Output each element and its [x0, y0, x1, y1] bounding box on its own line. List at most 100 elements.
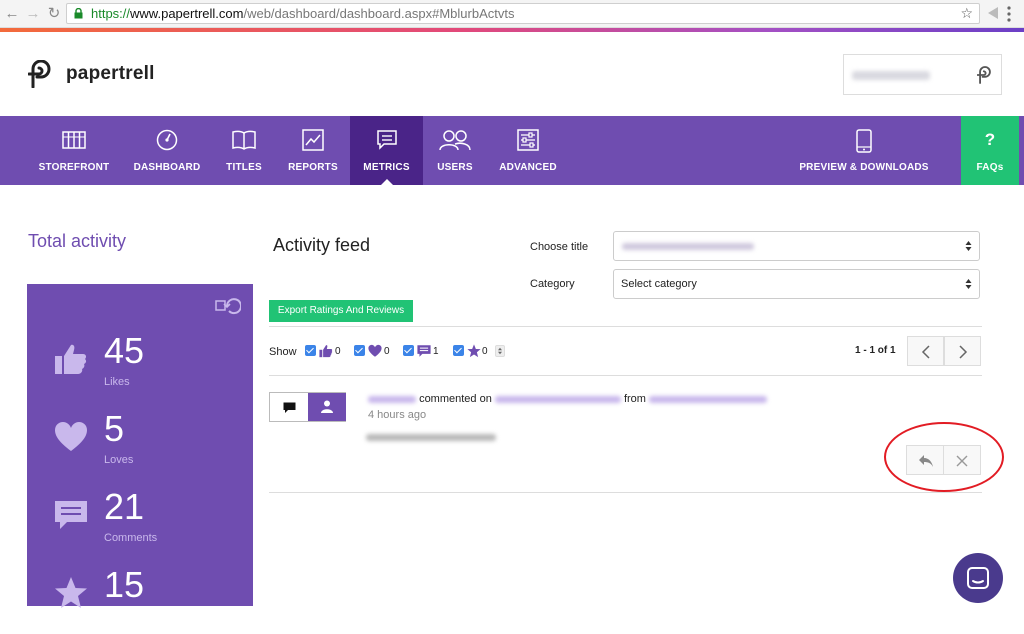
comment-type-tab[interactable] — [270, 393, 308, 421]
nav-storefront[interactable]: STOREFRONT — [36, 116, 112, 185]
divider — [269, 375, 982, 376]
reload-icon[interactable]: ↻ — [45, 5, 63, 23]
nav-faqs[interactable]: ? FAQs — [961, 116, 1019, 185]
chevron-left-icon — [921, 345, 930, 359]
account-menu[interactable] — [843, 54, 1002, 95]
extension-icon[interactable] — [986, 6, 1002, 20]
filter-count: 0 — [335, 346, 341, 357]
user-type-tab[interactable] — [308, 393, 346, 421]
chat-icon — [967, 567, 989, 589]
chat-launcher-button[interactable] — [953, 553, 1003, 603]
comment-icon — [55, 501, 87, 529]
papertrell-logo-icon — [977, 66, 991, 84]
heart-icon — [55, 422, 87, 451]
nav-advanced[interactable]: ADVANCED — [496, 116, 560, 185]
choose-title-select[interactable] — [613, 231, 980, 261]
selected-title-redacted — [622, 243, 754, 250]
dashboard-gauge-icon — [156, 129, 178, 151]
title-name-redacted[interactable] — [494, 395, 621, 403]
category-select[interactable]: Select category — [613, 269, 980, 299]
user-icon — [321, 400, 333, 413]
stat-label: Loves — [104, 454, 134, 466]
main-nav: STOREFRONT DASHBOARD TITLES REPORTS METR… — [0, 116, 1024, 185]
comment-icon — [376, 130, 397, 150]
choose-title-label: Choose title — [530, 241, 589, 253]
stat-value: 45 — [104, 330, 145, 371]
chart-icon — [302, 129, 324, 151]
lock-icon — [74, 8, 83, 19]
sort-toggle-icon[interactable] — [495, 345, 505, 357]
papertrell-logo-icon[interactable] — [28, 60, 54, 88]
stat-label: Comments — [104, 532, 158, 544]
nav-dashboard[interactable]: DASHBOARD — [132, 116, 202, 185]
activity-timestamp: 4 hours ago — [368, 409, 427, 421]
url-text: https://www.papertrell.com/web/dashboard… — [91, 6, 515, 21]
stat-value: 15 — [104, 564, 145, 605]
commented-on-text: commented on — [419, 393, 492, 405]
bookmark-star-icon[interactable]: ☆ — [960, 4, 973, 23]
logo-text[interactable]: papertrell — [66, 63, 155, 85]
address-bar[interactable]: https://www.papertrell.com/web/dashboard… — [66, 3, 980, 24]
nav-label: STOREFRONT — [38, 162, 110, 173]
filter-count: 0 — [482, 346, 488, 357]
stat-likes: 45 Likes — [27, 330, 253, 400]
show-label: Show — [269, 346, 297, 358]
checkbox[interactable] — [305, 345, 316, 356]
heart-icon — [368, 344, 382, 357]
stat-comments: 21 Comments — [27, 486, 253, 556]
nav-reports[interactable]: REPORTS — [286, 116, 340, 185]
nav-label: FAQs — [976, 162, 1004, 173]
stats-panel: 45 Likes 5 Loves 21 Comments 15 — [27, 284, 253, 608]
stat-value: 21 — [104, 486, 145, 527]
nav-metrics[interactable]: METRICS — [350, 116, 423, 185]
thumbs-up-icon — [319, 345, 333, 358]
comment-icon — [417, 345, 431, 357]
select-caret-icon — [965, 241, 972, 251]
question-icon: ? — [984, 130, 996, 149]
site-header: papertrell — [0, 32, 1024, 116]
pagination-text: 1 - 1 of 1 — [855, 345, 896, 356]
nav-users[interactable]: USERS — [432, 116, 478, 185]
filter-count: 0 — [384, 346, 390, 357]
stat-loves: 5 Loves — [27, 408, 253, 478]
sliders-icon — [517, 129, 539, 151]
forward-icon[interactable]: → — [24, 5, 42, 23]
book-icon — [232, 130, 256, 150]
user-name-redacted[interactable] — [368, 395, 416, 403]
activity-item-text: commented on from — [368, 393, 768, 405]
annotation-circle — [884, 422, 1004, 492]
stat-value: 5 — [104, 408, 125, 449]
nav-label: DASHBOARD — [133, 162, 201, 173]
activity-type-badge — [269, 392, 346, 422]
activity-feed-title: Activity feed — [273, 235, 371, 255]
refresh-icon[interactable] — [215, 296, 241, 316]
source-name-redacted[interactable] — [649, 395, 768, 403]
nav-label: ADVANCED — [499, 162, 557, 173]
storefront-icon — [62, 131, 86, 149]
nav-label: USERS — [437, 162, 473, 173]
nav-preview-downloads[interactable]: PREVIEW & DOWNLOADS — [790, 116, 938, 185]
nav-titles[interactable]: TITLES — [222, 116, 266, 185]
phone-icon — [856, 129, 872, 153]
prev-page-button[interactable] — [907, 336, 944, 366]
star-icon — [467, 344, 481, 358]
chevron-right-icon — [959, 345, 968, 359]
checkbox[interactable] — [453, 345, 464, 356]
checkbox[interactable] — [403, 345, 414, 356]
nav-label: REPORTS — [288, 162, 338, 173]
browser-toolbar: ← → ↻ https://www.papertrell.com/web/das… — [0, 0, 1024, 28]
nav-label: METRICS — [363, 162, 410, 173]
checkbox[interactable] — [354, 345, 365, 356]
stat-ratings: 15 — [27, 564, 253, 634]
comment-icon — [283, 402, 296, 413]
filter-count: 1 — [433, 346, 439, 357]
divider — [269, 326, 982, 327]
back-icon[interactable]: ← — [3, 5, 21, 23]
browser-menu-icon[interactable] — [1007, 6, 1011, 22]
select-caret-icon — [965, 279, 972, 289]
export-ratings-button[interactable]: Export Ratings And Reviews — [269, 300, 413, 322]
next-page-button[interactable] — [944, 336, 981, 366]
nav-label: TITLES — [226, 162, 262, 173]
star-icon — [55, 577, 87, 608]
comment-text-redacted — [366, 434, 496, 441]
